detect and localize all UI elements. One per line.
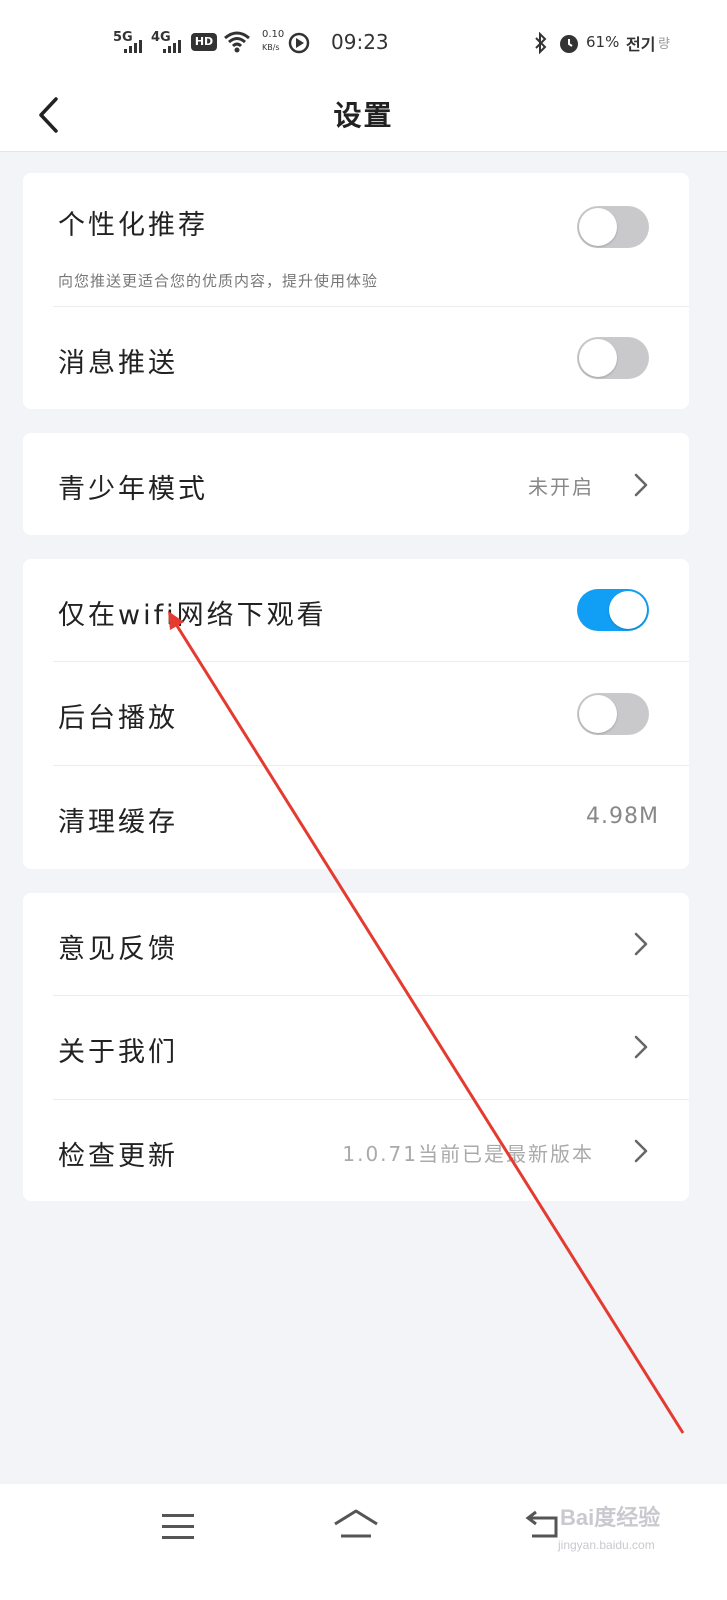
personalized-recommend-toggle[interactable]: [577, 206, 649, 248]
watermark-url: jingyan.baidu.com: [558, 1538, 655, 1552]
chevron-right-icon: [631, 1136, 651, 1166]
wifi-icon: [224, 31, 250, 57]
settings-group-personalization: 个性化推荐 向您推送更适合您的优质内容，提升使用体验 消息推送: [23, 173, 689, 409]
bluetooth-icon: [533, 31, 549, 58]
setting-row-youth-mode[interactable]: 青少年模式 未开启: [23, 433, 689, 535]
watermark-logo: Bai度经验: [560, 1505, 661, 1530]
top-bar: 设置: [0, 80, 727, 152]
setting-label: 检查更新: [58, 1141, 178, 1172]
chevron-right-icon: [631, 470, 651, 500]
net-speed-unit: KB/s: [262, 43, 280, 52]
version-status: 1.0.71当前已是最新版本: [342, 1142, 594, 1166]
clock-time: 09:23: [331, 30, 389, 54]
setting-row-personalized-recommend: 个性化推荐 向您推送更适合您的优质内容，提升使用体验: [23, 173, 689, 306]
message-push-toggle[interactable]: [577, 337, 649, 379]
status-bar: 5G 4G HD 0.10 KB/s 09:23 61% 전기 량: [0, 0, 727, 80]
battery-percent: 61%: [586, 33, 620, 51]
setting-label: 后台播放: [58, 703, 178, 734]
setting-label: 清理缓存: [58, 807, 178, 838]
setting-label: 仅在wifi网络下观看: [58, 600, 327, 631]
signal-bars-icon: [163, 38, 183, 57]
menu-icon[interactable]: [148, 1496, 208, 1556]
signal-bars-icon: [124, 38, 144, 57]
chevron-right-icon: [631, 929, 651, 959]
setting-label: 意见反馈: [58, 934, 178, 965]
play-icon: [288, 32, 310, 58]
youth-mode-status: 未开启: [528, 475, 594, 499]
cache-size-value: 4.98M: [586, 804, 659, 829]
carrier-suffix: 량: [658, 37, 670, 52]
page-title: 设置: [333, 99, 394, 132]
background-play-toggle[interactable]: [577, 693, 649, 735]
setting-label: 消息推送: [58, 348, 178, 379]
hd-badge: HD: [191, 33, 217, 51]
setting-row-about-us[interactable]: 关于我们: [23, 996, 689, 1099]
settings-group-playback: 仅在wifi网络下观看 后台播放 清理缓存 4.98M: [23, 559, 689, 869]
setting-label: 个性化推荐: [58, 210, 208, 241]
toggle-knob: [609, 591, 647, 629]
carrier-label: 전기: [626, 35, 656, 54]
net-speed-value: 0.10: [262, 29, 285, 40]
setting-row-wifi-only: 仅在wifi网络下观看: [23, 559, 689, 661]
wifi-only-toggle[interactable]: [577, 589, 649, 631]
settings-group-youth: 青少年模式 未开启: [23, 433, 689, 535]
toggle-knob: [579, 208, 617, 246]
setting-row-clear-cache[interactable]: 清理缓存 4.98M: [23, 766, 689, 869]
toggle-knob: [579, 339, 617, 377]
chevron-right-icon: [631, 1032, 651, 1062]
setting-row-check-update[interactable]: 检查更新 1.0.71当前已是最新版本: [23, 1100, 689, 1201]
setting-row-background-play: 后台播放: [23, 662, 689, 765]
setting-row-feedback[interactable]: 意见反馈: [23, 893, 689, 995]
toggle-knob: [579, 695, 617, 733]
setting-row-message-push: 消息推送: [23, 307, 689, 409]
setting-label: 青少年模式: [58, 474, 208, 505]
settings-group-about: 意见反馈 关于我们 检查更新 1.0.71当前已是最新版本: [23, 893, 689, 1201]
home-icon[interactable]: [326, 1496, 386, 1556]
setting-description: 向您推送更适合您的优质内容，提升使用体验: [58, 272, 379, 290]
alarm-icon: [558, 32, 580, 58]
setting-label: 关于我们: [58, 1037, 178, 1068]
